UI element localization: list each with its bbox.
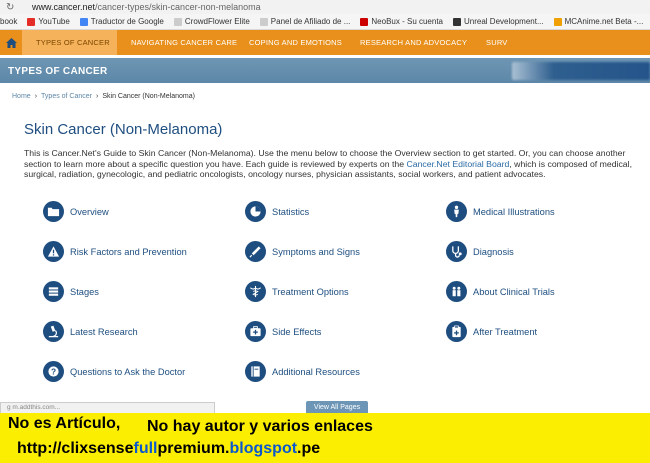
- breadcrumb-separator: ›: [34, 93, 38, 100]
- svg-text:?: ?: [51, 366, 56, 376]
- caption-link-highlight-1: full: [133, 440, 158, 457]
- intro-paragraph: This is Cancer.Net's Guide to Skin Cance…: [24, 148, 642, 180]
- bookmark-item[interactable]: NeoBux - Su cuenta: [360, 17, 443, 26]
- section-title: TYPES OF CANCER: [8, 66, 108, 77]
- bookmark-label: MCAnime.net Beta -...: [564, 17, 644, 26]
- section-label: Additional Resources: [272, 366, 360, 377]
- section-overview[interactable]: Overview: [43, 201, 109, 222]
- reload-icon[interactable]: ↻: [6, 2, 18, 13]
- caption-line-2: No hay autor y varios enlaces: [147, 418, 373, 435]
- nav-research-and-advocacy[interactable]: RESEARCH AND ADVOCACY: [346, 30, 472, 55]
- stack-icon: [43, 281, 64, 302]
- section-label: Side Effects: [272, 326, 322, 337]
- bookmark-favicon-icon: [27, 17, 36, 26]
- chart-icon: [245, 201, 266, 222]
- caption-link-suffix: .pe: [297, 440, 321, 457]
- nav-survivorship[interactable]: SURV: [472, 30, 522, 55]
- section-label: Questions to Ask the Doctor: [70, 366, 186, 377]
- caption-link: http://clixsensefullpremium.blogspot.pe: [17, 440, 320, 458]
- editorial-board-link[interactable]: Cancer.Net Editorial Board: [406, 159, 509, 169]
- question-icon: ?: [43, 361, 64, 382]
- breadcrumb-current: Skin Cancer (Non-Melanoma): [102, 93, 195, 100]
- section-label: About Clinical Trials: [473, 286, 555, 297]
- section-label: Risk Factors and Prevention: [70, 246, 187, 257]
- bookmark-label: NeoBux - Su cuenta: [371, 17, 444, 26]
- section-risk-factors[interactable]: Risk Factors and Prevention: [43, 241, 187, 262]
- people-icon: [446, 281, 467, 302]
- first-aid-icon: [245, 321, 266, 342]
- section-questions[interactable]: ? Questions to Ask the Doctor: [43, 361, 185, 382]
- section-treatment-options[interactable]: Treatment Options: [245, 281, 349, 302]
- caduceus-icon: [245, 281, 266, 302]
- bookmark-label: Unreal Development...: [464, 17, 544, 26]
- clipboard-icon: [446, 321, 467, 342]
- caption-link-mid: premium.: [157, 440, 230, 457]
- section-clinical-trials[interactable]: About Clinical Trials: [446, 281, 555, 302]
- breadcrumb-types-of-cancer[interactable]: Types of Cancer: [41, 93, 92, 100]
- bookmark-favicon-icon: [79, 17, 88, 26]
- section-latest-research[interactable]: Latest Research: [43, 321, 138, 342]
- site-nav: TYPES OF CANCER NAVIGATING CANCER CARE C…: [0, 30, 650, 55]
- caption-link-highlight-2: blogspot: [229, 440, 298, 457]
- section-header-bar: TYPES OF CANCER: [0, 58, 650, 83]
- url-domain: www.cancer.net: [32, 2, 96, 12]
- section-statistics[interactable]: Statistics: [245, 201, 309, 222]
- bookmarks-bar: book YouTube Traductor de Google CrowdFlowe…: [0, 14, 650, 30]
- bookmark-favicon-icon: [360, 17, 369, 26]
- section-label: Symptoms and Signs: [272, 246, 360, 257]
- section-additional-resources[interactable]: Additional Resources: [245, 361, 360, 382]
- home-icon[interactable]: [0, 30, 22, 55]
- breadcrumb-separator: ›: [96, 93, 99, 100]
- bookmark-item[interactable]: MCAnime.net Beta -...: [553, 17, 644, 26]
- bookmark-item[interactable]: CrowdFlower Elite: [173, 17, 250, 26]
- stethoscope-icon: [446, 241, 467, 262]
- bookmark-label: book: [0, 17, 18, 26]
- warning-icon: [43, 241, 64, 262]
- section-label: Overview: [70, 206, 109, 217]
- bookmark-favicon-icon: [259, 17, 268, 26]
- breadcrumb: Home › Types of Cancer › Skin Cancer (Non-Me…: [12, 93, 195, 100]
- nav-types-of-cancer[interactable]: TYPES OF CANCER: [22, 30, 117, 55]
- bookmark-label: Traductor de Google: [90, 17, 164, 26]
- caption-line-1: No es Artículo,: [8, 415, 121, 432]
- section-after-treatment[interactable]: After Treatment: [446, 321, 537, 342]
- bookmark-label: YouTube: [38, 17, 70, 26]
- section-label: Stages: [70, 286, 99, 297]
- bookmark-item[interactable]: Panel de Afiliado de ...: [259, 17, 351, 26]
- section-label: Treatment Options: [272, 286, 349, 297]
- bookmark-favicon-icon: [173, 17, 182, 26]
- section-medical-illustrations[interactable]: Medical Illustrations: [446, 201, 555, 222]
- microscope-icon: [43, 321, 64, 342]
- url-path: /cancer-types/skin-cancer-non-melanoma: [95, 2, 261, 12]
- section-stages[interactable]: Stages: [43, 281, 99, 302]
- section-side-effects[interactable]: Side Effects: [245, 321, 321, 342]
- syringe-icon: [245, 241, 266, 262]
- section-label: Statistics: [272, 206, 310, 217]
- caption-link-prefix: http://clixsense: [17, 440, 134, 457]
- nav-navigating-cancer-care[interactable]: NAVIGATING CANCER CARE: [117, 30, 237, 55]
- bookmark-item[interactable]: YouTube: [27, 17, 70, 26]
- section-label: Latest Research: [70, 326, 138, 337]
- bookmark-favicon-icon: [453, 17, 462, 26]
- browser-url-bar[interactable]: ↻ www.cancer.net/cancer-types/skin-cance…: [0, 0, 650, 14]
- bookmark-item[interactable]: Traductor de Google: [79, 17, 164, 26]
- bookmark-label: CrowdFlower Elite: [184, 17, 250, 26]
- bookmark-item[interactable]: Unreal Development...: [453, 17, 544, 26]
- section-symptoms[interactable]: Symptoms and Signs: [245, 241, 360, 262]
- body-icon: [446, 201, 467, 222]
- page-title: Skin Cancer (Non-Melanoma): [24, 121, 223, 138]
- folder-icon: [43, 201, 64, 222]
- book-icon: [245, 361, 266, 382]
- nav-coping-and-emotions[interactable]: COPING AND EMOTIONS: [235, 30, 346, 55]
- section-label: Diagnosis: [473, 246, 514, 257]
- section-label: Medical Illustrations: [473, 206, 555, 217]
- section-diagnosis[interactable]: Diagnosis: [446, 241, 514, 262]
- bookmark-favicon-icon: [553, 17, 562, 26]
- breadcrumb-home[interactable]: Home: [12, 93, 31, 100]
- address-field[interactable]: www.cancer.net/cancer-types/skin-cancer-…: [32, 2, 261, 12]
- bookmark-item[interactable]: book: [0, 17, 17, 26]
- search-box[interactable]: [512, 62, 650, 80]
- section-label: After Treatment: [473, 326, 538, 337]
- bookmark-label: Panel de Afiliado de ...: [270, 17, 351, 26]
